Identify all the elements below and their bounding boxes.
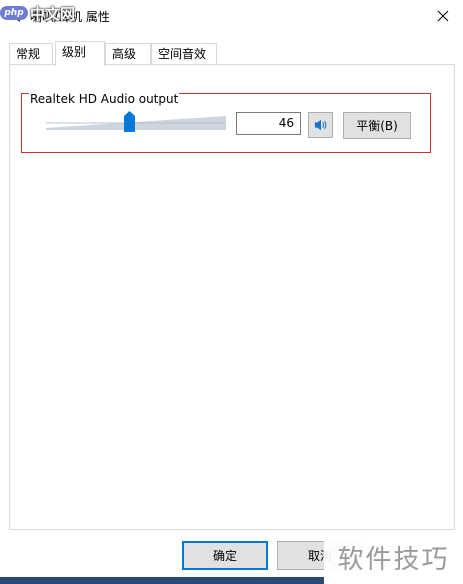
- watermark-bottom-text: 软件技巧: [337, 544, 450, 575]
- close-icon: [437, 10, 449, 22]
- volume-slider[interactable]: [46, 111, 226, 133]
- volume-value[interactable]: 46: [236, 112, 301, 135]
- speaker-icon: [314, 119, 326, 131]
- taskbar-strip: [0, 577, 324, 584]
- slider-track: [46, 116, 226, 130]
- device-group-label: Realtek HD Audio output: [29, 92, 180, 106]
- slider-thumb[interactable]: [123, 111, 135, 132]
- ok-button[interactable]: 确定: [182, 541, 268, 570]
- watermark-bottom-right: 软件技巧: [324, 530, 463, 584]
- mute-button[interactable]: [308, 112, 333, 138]
- tab-levels[interactable]: 级别: [55, 41, 105, 66]
- properties-dialog: 喇叭/耳机 属性 php 中文网 常规 级别 高级 空间音效 Realtek H…: [0, 0, 463, 584]
- watermark-badge: php: [0, 6, 28, 20]
- tab-advanced[interactable]: 高级: [105, 43, 151, 65]
- close-button[interactable]: [428, 2, 458, 30]
- balance-button[interactable]: 平衡(B): [343, 112, 411, 139]
- tab-general[interactable]: 常规: [9, 43, 53, 65]
- tab-spatial-sound[interactable]: 空间音效: [151, 43, 217, 65]
- watermark-text: 中文网: [30, 4, 76, 23]
- watermark-top-left: php 中文网: [0, 2, 75, 24]
